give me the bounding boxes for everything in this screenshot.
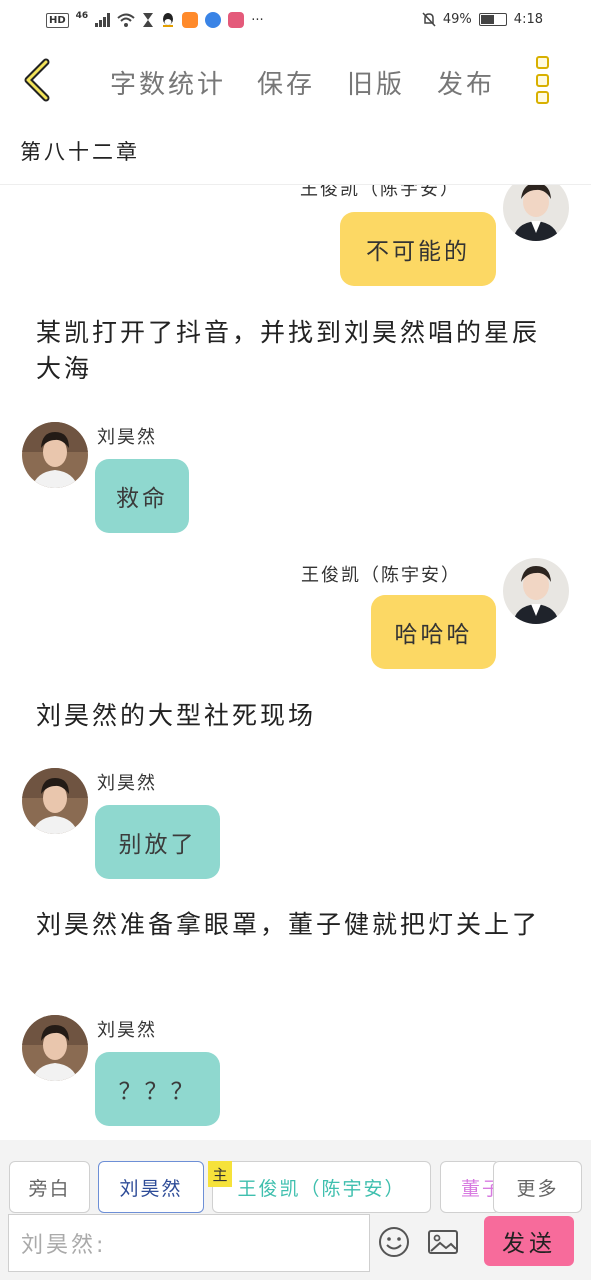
narration-text: 刘昊然的大型社死现场 [36, 701, 317, 730]
message-input[interactable]: 刘昊然: [8, 1214, 370, 1272]
speaker-name: 刘昊然 [97, 427, 157, 448]
status-left: HD 46 ··· [46, 11, 264, 28]
network-type: 46 [75, 11, 89, 21]
message-bubble-left[interactable]: 救命 [95, 459, 189, 533]
speaker-name: 王俊凯（陈宇安） [300, 185, 460, 200]
more-roles-button[interactable]: 更多 [493, 1161, 582, 1213]
message-bubble-right[interactable]: 哈哈哈 [371, 595, 496, 669]
main-role-badge: 主 [208, 1161, 232, 1187]
avatar-wang[interactable] [503, 185, 569, 241]
top-toolbar: 字数统计 保存 旧版 发布 [0, 44, 591, 120]
speaker-name: 刘昊然 [97, 773, 157, 794]
speaker-name: 刘昊然 [97, 1020, 157, 1041]
avatar-liu[interactable] [22, 768, 88, 834]
image-button[interactable] [426, 1225, 460, 1259]
role-tab-dong[interactable]: 董子 [440, 1161, 500, 1213]
battery-percent: 49% [442, 12, 472, 27]
signal-icon [95, 13, 111, 27]
send-button[interactable]: 发送 [484, 1216, 574, 1266]
publish-button[interactable]: 发布 [437, 64, 495, 101]
role-tab-narrator[interactable]: 旁白 [9, 1161, 90, 1213]
message-bubble-left[interactable]: ？？？ [95, 1052, 220, 1126]
avatar-wang[interactable] [503, 558, 569, 624]
mail-app-icon [228, 12, 245, 28]
old-version-button[interactable]: 旧版 [347, 64, 405, 101]
clock: 4:18 [513, 12, 543, 27]
word-count-button[interactable]: 字数统计 [110, 64, 226, 101]
avatar-liu[interactable] [22, 422, 88, 488]
browser-app-icon [205, 12, 222, 28]
chevron-left-icon [24, 58, 50, 102]
kebab-menu-icon[interactable] [536, 56, 552, 104]
battery-fill [480, 15, 494, 24]
narration-text: 某凯打开了抖音，并找到刘昊然唱的星辰大海 [36, 318, 541, 383]
video-app-icon [182, 12, 199, 28]
speaker-name: 王俊凯（陈宇安） [301, 565, 461, 586]
battery-icon [478, 13, 507, 26]
smiley-icon [379, 1227, 409, 1257]
mute-bell-icon [422, 12, 436, 27]
save-button[interactable]: 保存 [257, 64, 315, 101]
message-bubble-left[interactable]: 别放了 [95, 805, 220, 879]
qq-icon [163, 13, 174, 27]
narration-text: 刘昊然准备拿眼罩，董子健就把灯关上了 [36, 910, 541, 939]
status-right: 49% 4:18 [422, 12, 543, 27]
chat-area[interactable]: 王俊凯（陈宇安） 不可能的 某凯打开了抖音，并找到刘昊然唱的星辰大海 刘昊然 救… [0, 185, 591, 1140]
hourglass-icon [143, 13, 154, 27]
back-button[interactable] [20, 58, 60, 102]
role-tab-wang[interactable]: 王俊凯（陈宇安） [212, 1161, 431, 1213]
message-bubble-right[interactable]: 不可能的 [340, 212, 496, 286]
image-icon [428, 1230, 458, 1254]
hd-badge: HD [46, 12, 69, 28]
role-tab-liu[interactable]: 刘昊然 [98, 1161, 204, 1213]
chapter-title: 第八十二章 [20, 140, 140, 164]
avatar-liu[interactable] [22, 1015, 88, 1081]
emoji-button[interactable] [377, 1225, 411, 1259]
wifi-icon [117, 13, 135, 27]
status-bar: HD 46 ··· 49% 4:18 [0, 0, 591, 44]
more-notifications: ··· [251, 12, 264, 28]
